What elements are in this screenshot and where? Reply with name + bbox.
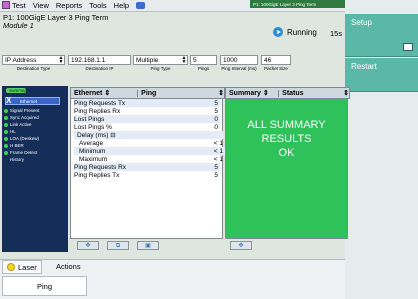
summary-status-message: ALL SUMMARY RESULTS OK [247,119,326,159]
status-dot-icon [4,115,8,120]
destination-type-value: IP Address [5,56,37,64]
status-dot-icon [4,136,8,141]
ping-interval-label: Ping Interval (ms) [221,66,257,71]
expand-view-button[interactable]: ✥ [230,241,252,250]
ping-interval-input[interactable]: 1000 [220,55,258,65]
setup-button[interactable]: Setup [345,14,418,57]
category-select[interactable]: Summary ⇕ [226,89,278,97]
ethernet-results-pane: Ethernet ⇕ Ping ⇕ Ping Requests Tx 5 Ping… [70,87,225,239]
destination-ip-input[interactable]: 192.168.1.1 [68,55,131,65]
right-action-panel: Setup Restart [345,0,418,299]
run-status-label: Running [287,27,317,37]
table-row: Ping Replies Rx 5 [74,107,218,115]
nav-item-loa-deskew[interactable]: LOA (Deskew) [4,136,39,141]
help-icon[interactable] [136,2,146,9]
menu-tools[interactable]: Tools [89,1,107,10]
nav-item-signal-present[interactable]: Signal Present [4,108,39,113]
restart-button[interactable]: Restart [345,58,418,92]
elapsed-time: 15s [330,29,343,38]
dropdown-icon: ⇕ [343,90,349,97]
ping-type-value: Multiple [136,56,159,64]
delay-group-row[interactable]: Delay (ms) ⊟ [74,131,223,139]
nav-item-h-ber[interactable]: H BER [4,143,24,148]
ping-interval-value: 1000 [223,56,238,64]
status-dot-icon [4,122,8,127]
table-row: Ping Replies Tx 5 [74,171,218,179]
status-dot-icon [4,108,8,113]
destination-type-label: Destination Type [16,66,51,71]
nav-item-link-active[interactable]: Link Active [4,122,32,127]
destination-ip-value: 192.168.1.1 [71,56,106,64]
spinner-icon: ▲ ▼ [58,55,64,65]
group-select[interactable]: Status [278,89,343,97]
nav-item-sync-acquired[interactable]: Sync Acquired [4,115,39,120]
ping-type-label: Ping Type [150,66,171,71]
packet-size-value: 46 [264,56,272,64]
ping-type-select[interactable]: Multiple ▲ ▼ [133,55,188,65]
menu-test[interactable]: Test [2,1,26,10]
play-icon [273,27,283,37]
app-icon [2,1,10,9]
table-row: Ping Requests Tx 5 [74,99,220,107]
packet-size-label: Packet Size [264,66,288,71]
copy-view-button[interactable]: ⧉ [107,241,129,250]
tab-laser[interactable]: Laser [2,260,42,274]
setup-label: Setup [351,18,372,27]
table-row: Ping Requests Rx 5 [74,163,220,171]
nav-item-summary[interactable]: Summary [9,88,28,93]
nav-item-hl[interactable]: HL [4,129,16,134]
tab-actions[interactable]: Actions [56,262,81,271]
ping-button[interactable]: Ping [2,276,87,296]
table-row: Maximum < 1 [79,155,223,163]
table-row: Lost Pings 0 [74,115,220,123]
restart-label: Restart [351,62,377,71]
pings-label: Pings [197,66,210,71]
dropdown-icon: ⇕ [218,90,224,97]
run-status: Running [273,27,317,37]
category-select[interactable]: Ethernet ⇕ [71,89,137,97]
nav-item-frame-detect[interactable]: Frame Detect [4,150,37,155]
module-label: Module 1 [3,21,34,30]
status-dot-icon [4,143,8,148]
test-status-bar[interactable]: P1: 100GigE Layer 3 Ping Term [250,0,345,8]
test-status-label: P1: 100GigE Layer 3 Ping Term [253,1,317,7]
status-dot-icon [4,129,8,134]
status-dot-icon [4,150,8,155]
table-row: Minimum < 1 [74,147,225,155]
expand-view-button[interactable]: ✥ [77,241,99,250]
packet-size-input[interactable]: 46 [261,55,291,65]
group-select[interactable]: Ping [137,89,218,97]
spinner-icon: ▲ ▼ [181,55,187,65]
nav-item-history[interactable]: History [10,157,24,162]
destination-type-select[interactable]: IP Address ▲ ▼ [2,55,65,65]
laser-indicator-icon [7,263,15,271]
table-row: Average < 1 [79,139,223,147]
paste-view-button[interactable]: ▣ [137,241,159,250]
close-icon[interactable]: X [6,96,11,105]
pings-input[interactable]: 5 [190,55,217,65]
right-pane-header: Summary ⇕ Status ⇕ [225,87,350,99]
left-pane-header: Ethernet ⇕ Ping ⇕ [70,87,225,99]
destination-ip-label: Destination IP [85,66,114,71]
setup-icon [403,43,413,51]
menu-reports[interactable]: Reports [56,1,82,10]
pings-value: 5 [193,56,197,64]
menu-view[interactable]: View [33,1,49,10]
nav-item-ethernet[interactable]: Ethernet [20,99,37,104]
table-row: Lost Pings % 0 [74,123,218,131]
menu-help[interactable]: Help [114,1,129,10]
